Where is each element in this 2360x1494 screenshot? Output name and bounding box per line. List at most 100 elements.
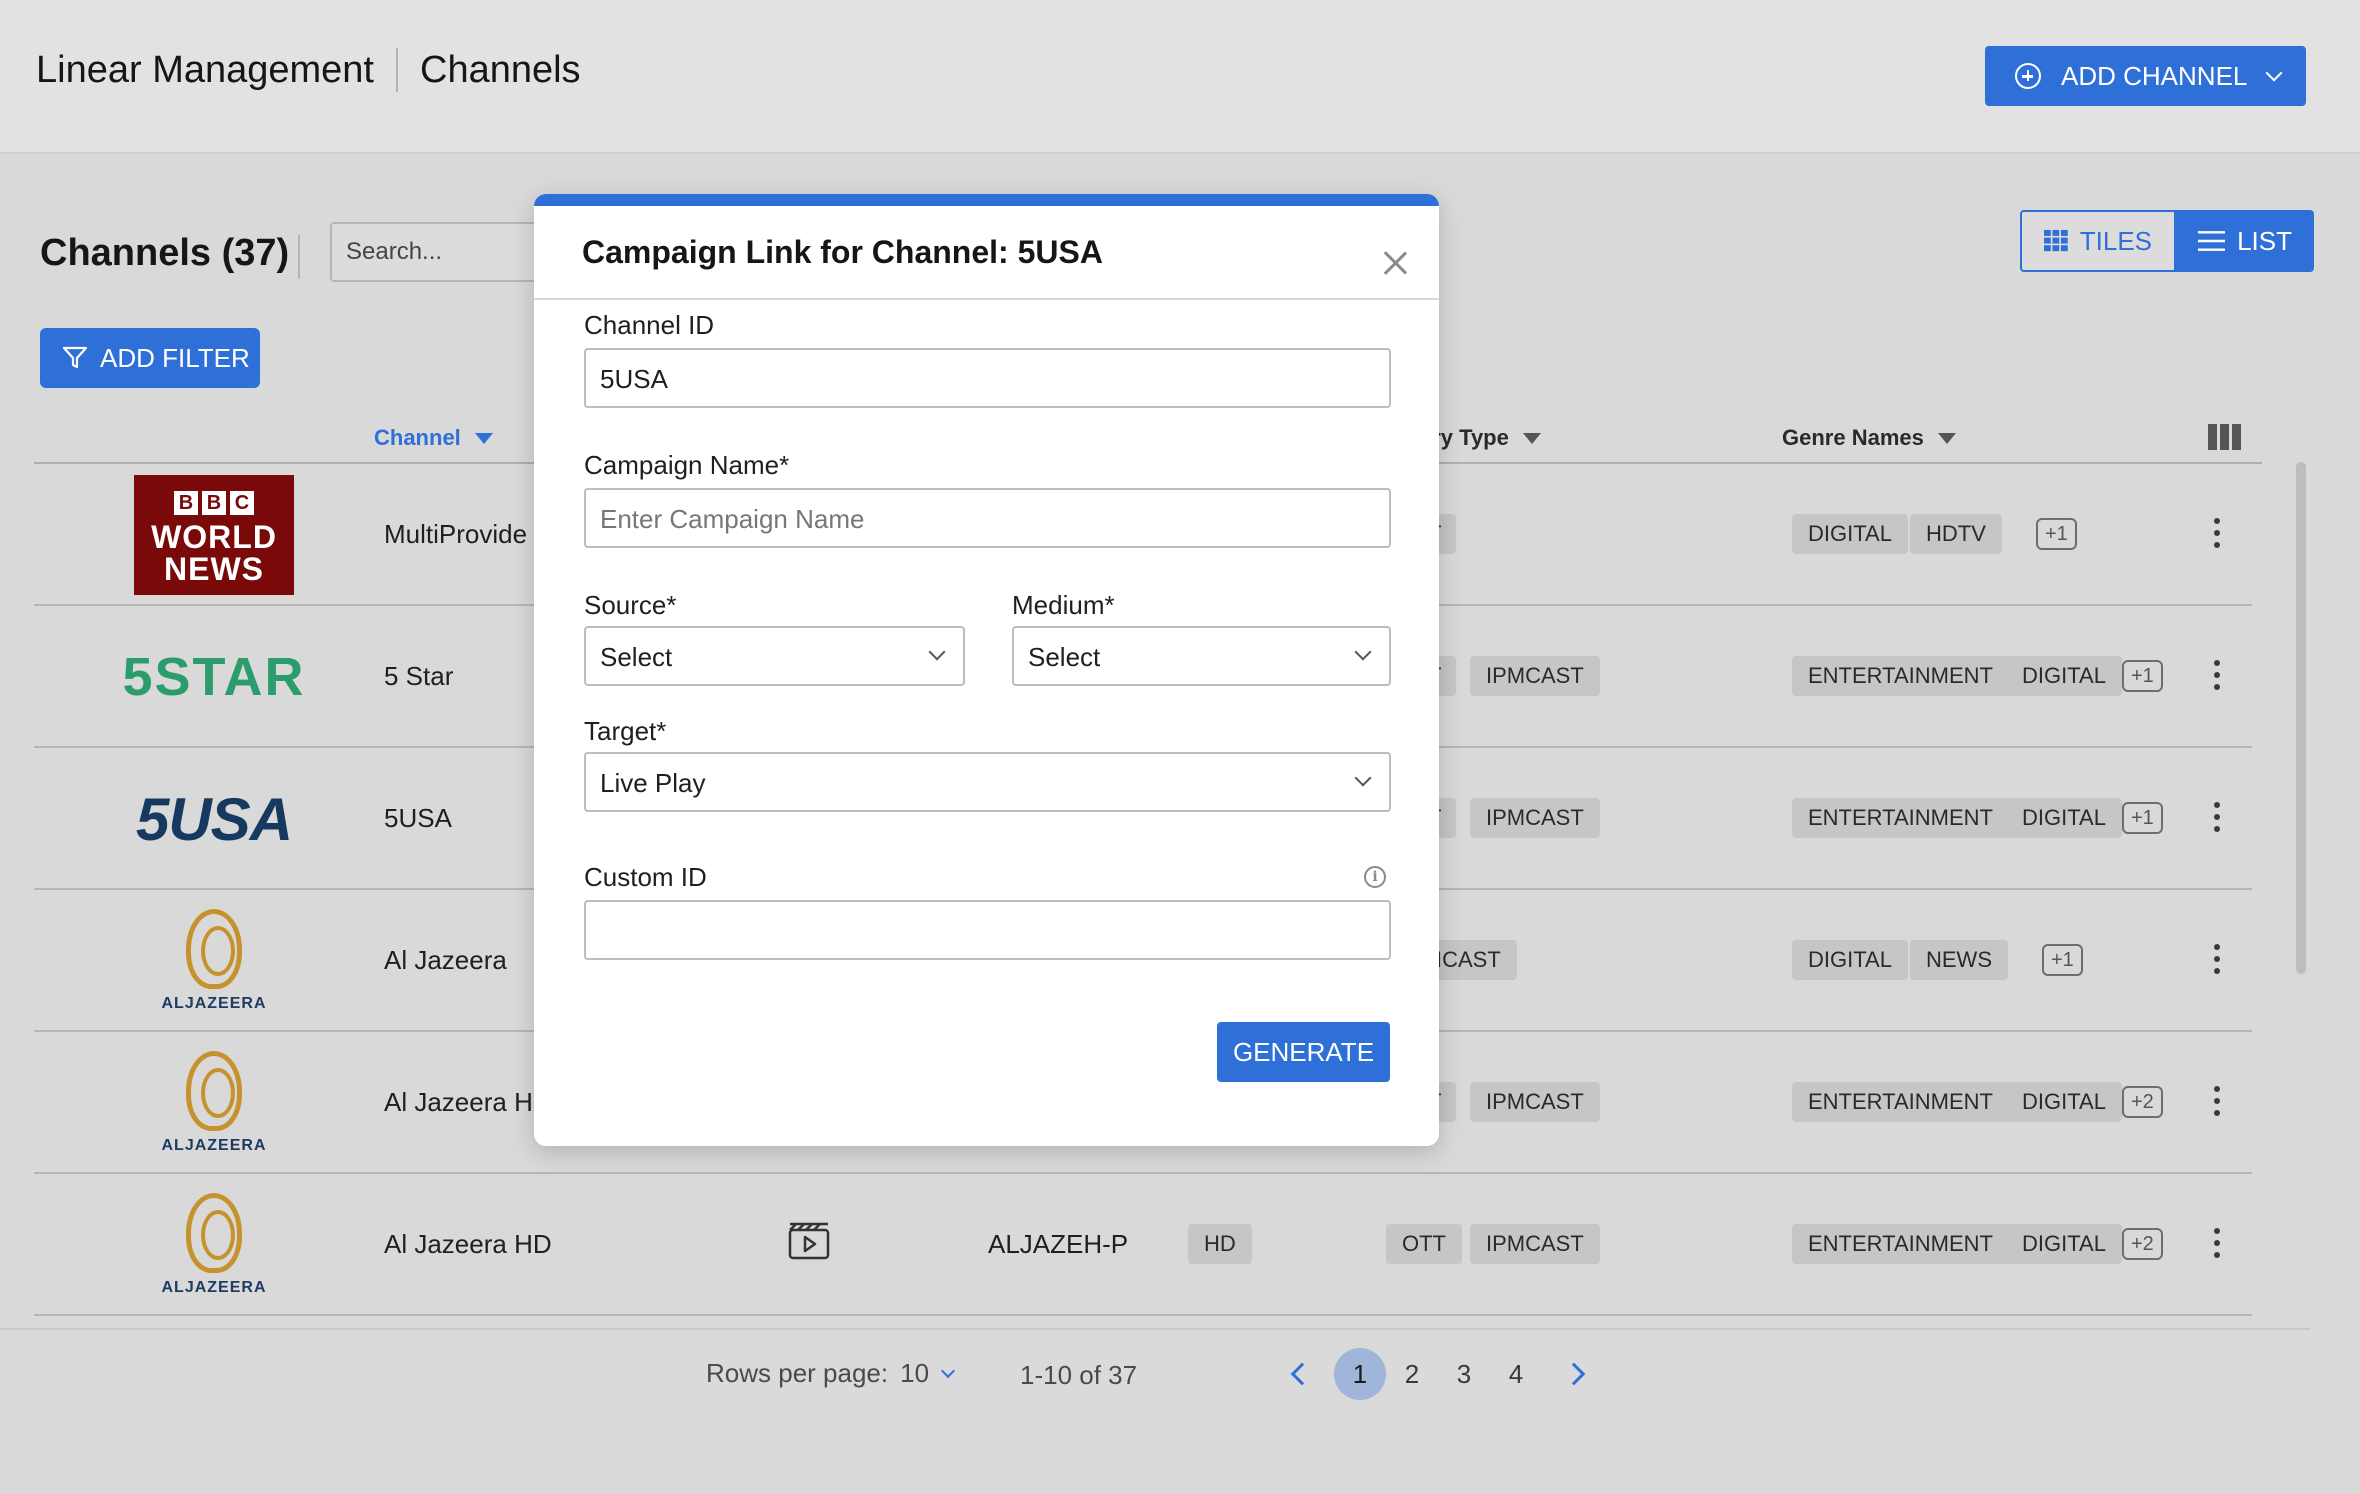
add-filter-button[interactable]: ADD FILTER xyxy=(40,328,260,388)
breadcrumb-channels: Channels xyxy=(420,48,581,91)
column-genre-label: Genre Names xyxy=(1782,425,1924,450)
target-select[interactable]: Live Play xyxy=(584,752,1391,812)
channel-name: MultiProvide xyxy=(384,519,528,549)
row-menu-icon[interactable] xyxy=(2214,944,2220,974)
row-menu-icon[interactable] xyxy=(2214,802,2220,832)
add-filter-label: ADD FILTER xyxy=(100,342,250,373)
table-row[interactable]: ALJAZEERA Al Jazeera HD ALJAZEH-P HD OTT… xyxy=(34,1174,2252,1316)
chevron-right-icon[interactable] xyxy=(1562,1362,1586,1386)
aljazeera-mark-icon xyxy=(186,1193,242,1273)
chevron-down-icon xyxy=(1354,769,1372,787)
genre-chip: ENTERTAINMENT xyxy=(1792,656,2009,696)
list-view-button[interactable]: LIST xyxy=(2176,210,2314,272)
source-select[interactable]: Select xyxy=(584,626,965,686)
row-menu-icon[interactable] xyxy=(2214,1086,2220,1116)
chevron-down-icon xyxy=(2265,64,2283,82)
title-divider xyxy=(298,235,300,279)
chevron-down-icon xyxy=(1354,643,1372,661)
genre-chip: DIGITAL xyxy=(1792,940,1908,980)
source-label: Source* xyxy=(584,590,677,620)
delivery-chip: IPMCAST xyxy=(1470,1082,1600,1122)
channel-id-label: Channel ID xyxy=(584,310,715,340)
sort-down-icon xyxy=(1522,432,1541,444)
filter-icon xyxy=(62,346,88,369)
chevron-left-icon[interactable] xyxy=(1290,1362,1314,1386)
source-value: Select xyxy=(600,642,673,672)
page-3-button[interactable]: 3 xyxy=(1438,1348,1490,1400)
dialog-title: Campaign Link for Channel: 5USA xyxy=(582,234,1103,270)
more-genres-badge[interactable]: +1 xyxy=(2122,802,2163,834)
breadcrumb-linear-management[interactable]: Linear Management xyxy=(36,49,374,92)
add-channel-button[interactable]: ADD CHANNEL xyxy=(1985,46,2306,106)
generate-button[interactable]: GENERATE xyxy=(1217,1022,1390,1082)
channel-id-field[interactable]: 5USA xyxy=(584,348,1391,408)
channel-code: ALJAZEH-P xyxy=(988,1229,1129,1259)
delivery-chip: IPMCAST xyxy=(1470,798,1600,838)
column-header-channel[interactable]: Channel xyxy=(374,425,493,451)
medium-select[interactable]: Select xyxy=(1012,626,1391,686)
5star-logo: 5STAR xyxy=(122,647,306,707)
row-menu-icon[interactable] xyxy=(2214,518,2220,548)
genre-chip: DIGITAL xyxy=(2006,798,2122,838)
more-genres-badge[interactable]: +2 xyxy=(2122,1086,2163,1118)
campaign-name-input[interactable]: Enter Campaign Name xyxy=(584,488,1391,548)
grid-icon xyxy=(2044,229,2068,252)
more-genres-badge[interactable]: +1 xyxy=(2036,518,2077,550)
breadcrumb: Linear Management Channels xyxy=(36,48,581,92)
row-menu-icon[interactable] xyxy=(2214,1228,2220,1258)
aljazeera-logo: ALJAZEERA xyxy=(134,1043,294,1163)
info-icon[interactable]: i xyxy=(1364,866,1386,888)
genre-chip: ENTERTAINMENT xyxy=(1792,1224,2009,1264)
more-genres-badge[interactable]: +1 xyxy=(2042,944,2083,976)
dialog-accent-bar xyxy=(534,194,1439,206)
aljazeera-mark-icon xyxy=(186,909,242,989)
tiles-label: TILES xyxy=(2079,225,2152,256)
campaign-name-label: Campaign Name* xyxy=(584,450,790,480)
channel-name: Al Jazeera HD xyxy=(384,1087,552,1117)
table-footer: Rows per page: 10 1-10 of 37 1 2 3 4 xyxy=(0,1328,2310,1422)
column-channel-label: Channel xyxy=(374,425,461,450)
add-channel-label: ADD CHANNEL xyxy=(2061,60,2248,91)
more-genres-badge[interactable]: +2 xyxy=(2122,1228,2163,1260)
rows-per-page-value[interactable]: 10 xyxy=(900,1358,929,1389)
search-input[interactable]: Search... xyxy=(330,222,550,282)
aljazeera-logo: ALJAZEERA xyxy=(134,1185,294,1305)
close-icon[interactable] xyxy=(1382,250,1408,276)
chevron-down-icon xyxy=(928,643,946,661)
genre-chip: NEWS xyxy=(1910,940,2008,980)
rows-per-page-label: Rows per page: xyxy=(706,1358,889,1388)
aljazeera-logo: ALJAZEERA xyxy=(134,901,294,1021)
page-4-button[interactable]: 4 xyxy=(1490,1348,1542,1400)
delivery-chip: IPMCAST xyxy=(1470,1224,1600,1264)
video-clapper-icon xyxy=(788,1222,830,1265)
rows-per-page[interactable]: Rows per page: 10 xyxy=(706,1358,956,1389)
pagination-range: 1-10 of 37 xyxy=(1020,1360,1138,1390)
dialog-header: Campaign Link for Channel: 5USA xyxy=(534,206,1439,300)
genre-chip: ENTERTAINMENT xyxy=(1792,1082,2009,1122)
table-scrollbar[interactable] xyxy=(2296,462,2306,974)
list-icon xyxy=(2198,231,2226,251)
list-label: LIST xyxy=(2237,225,2292,256)
custom-id-input[interactable] xyxy=(584,900,1391,960)
more-genres-badge[interactable]: +1 xyxy=(2122,660,2163,692)
page-1-button[interactable]: 1 xyxy=(1334,1348,1386,1400)
top-header: Linear Management Channels ADD CHANNEL xyxy=(0,0,2360,154)
genre-chip: DIGITAL xyxy=(2006,656,2122,696)
breadcrumb-divider xyxy=(396,48,398,92)
genre-chip: ENTERTAINMENT xyxy=(1792,798,2009,838)
column-header-genre-names[interactable]: Genre Names xyxy=(1782,425,1956,451)
view-toggle: TILES LIST xyxy=(2020,210,2314,272)
channel-name: Al Jazeera xyxy=(384,945,507,975)
row-menu-icon[interactable] xyxy=(2214,660,2220,690)
medium-label: Medium* xyxy=(1012,590,1115,620)
channel-name: Al Jazeera HD xyxy=(384,1229,552,1259)
channel-name: 5 Star xyxy=(384,661,454,691)
target-value: Live Play xyxy=(600,768,706,798)
sort-down-icon xyxy=(474,432,493,444)
tiles-view-button[interactable]: TILES xyxy=(2020,210,2176,272)
genre-chip: HDTV xyxy=(1910,514,2002,554)
page-2-button[interactable]: 2 xyxy=(1386,1348,1438,1400)
aljazeera-mark-icon xyxy=(186,1051,242,1131)
columns-settings-icon[interactable] xyxy=(2208,424,2241,450)
plus-circle-icon xyxy=(2015,63,2041,89)
